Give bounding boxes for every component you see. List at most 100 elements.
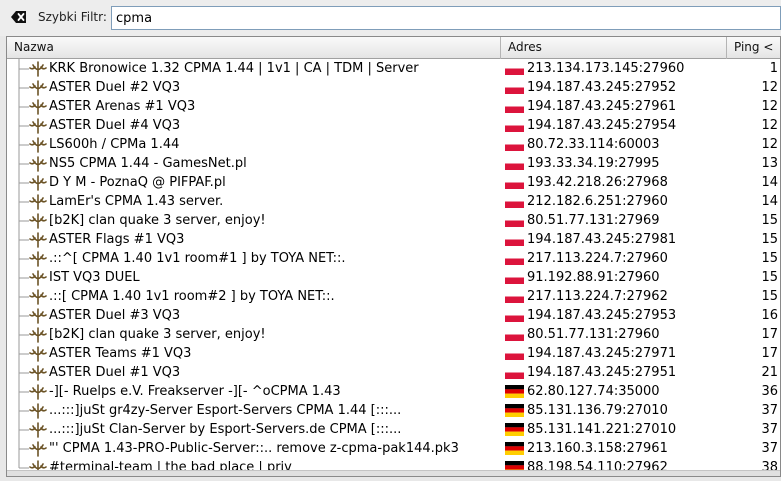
server-address: 213.160.3.158:27961 (527, 441, 668, 456)
server-row[interactable]: KRK Bronowice 1.32 CPMA 1.44 | 1v1 | CA … (7, 59, 780, 78)
server-address: 62.80.127.74:35000 (527, 384, 660, 399)
quake-server-icon (29, 231, 47, 248)
poland-flag-icon (505, 138, 524, 151)
server-name-cell: IST VQ3 DUEL (7, 268, 501, 287)
server-address: 194.187.43.245:27952 (527, 80, 677, 95)
quake-server-icon (29, 364, 47, 381)
server-address: 80.51.77.131:27960 (527, 327, 660, 342)
server-row[interactable]: LamEr's CPMA 1.43 server. 212.182.6.251:2… (7, 192, 780, 211)
server-name-cell: ASTER Teams #1 VQ3 (7, 344, 501, 363)
horizontal-scrollbar[interactable] (7, 470, 780, 476)
server-row[interactable]: ASTER Teams #1 VQ3 194.187.43.245:27971 17 (7, 344, 780, 363)
server-row[interactable]: NS5 CPMA 1.44 - GamesNet.pl 193.33.34.19:… (7, 154, 780, 173)
server-ping: 13 (761, 156, 778, 171)
server-ping: 15 (761, 251, 778, 266)
server-ping: 12 (761, 80, 778, 95)
germany-flag-icon (505, 423, 524, 436)
tree-line-icon (18, 59, 29, 78)
column-header-address[interactable]: Adres (501, 37, 727, 59)
server-address-cell: 193.33.34.19:27995 (501, 156, 727, 171)
tree-line-icon (18, 344, 29, 363)
server-row[interactable]: [b2K] clan quake 3 server, enjoy! 80.51.7… (7, 211, 780, 230)
server-address: 217.113.224.7:27962 (527, 289, 668, 304)
server-ping: 15 (761, 270, 778, 285)
quake-server-icon (29, 174, 47, 191)
server-row[interactable]: -][- Ruelps e.V. Freakserver -][- ^oCPMA… (7, 382, 780, 401)
quick-filter-bar: Szybki Filtr: (0, 0, 781, 36)
server-row[interactable]: ASTER Flags #1 VQ3 194.187.43.245:27981 15 (7, 230, 780, 249)
server-address: 194.187.43.245:27954 (527, 118, 677, 133)
server-name-cell: LamEr's CPMA 1.43 server. (7, 192, 501, 211)
server-name-cell: .::^[ CPMA 1.40 1v1 room#1 ] by TOYA NET… (7, 249, 501, 268)
quake-server-icon (29, 307, 47, 324)
server-ping: 16 (761, 308, 778, 323)
server-row[interactable]: ASTER Duel #1 VQ3 194.187.43.245:27951 21 (7, 363, 780, 382)
tree-line-icon (18, 230, 29, 249)
server-name-cell: [b2K] clan quake 3 server, enjoy! (7, 211, 501, 230)
quake-server-icon (29, 402, 47, 419)
server-name: ASTER Flags #1 VQ3 (49, 232, 185, 247)
server-address: 193.42.218.26:27968 (527, 175, 668, 190)
poland-flag-icon (505, 157, 524, 170)
server-row[interactable]: ASTER Duel #4 VQ3 194.187.43.245:27954 12 (7, 116, 780, 135)
filter-label: Szybki Filtr: (38, 10, 107, 24)
poland-flag-icon (505, 366, 524, 379)
list-header: Nazwa Adres Ping < (7, 37, 780, 59)
server-row[interactable]: IST VQ3 DUEL 91.192.88.91:27960 15 (7, 268, 780, 287)
server-row[interactable]: ASTER Arenas #1 VQ3 194.187.43.245:27961 1… (7, 97, 780, 116)
server-ping: 14 (761, 194, 778, 209)
column-header-name[interactable]: Nazwa (7, 37, 501, 59)
server-row[interactable]: [b2K] clan quake 3 server, enjoy! 80.51.7… (7, 325, 780, 344)
tree-line-icon (18, 268, 29, 287)
poland-flag-icon (505, 62, 524, 75)
server-row[interactable]: LS600h / CPMa 1.44 80.72.33.114:60003 12 (7, 135, 780, 154)
server-ping: 37 (761, 422, 778, 437)
server-address-cell: 217.113.224.7:27960 (501, 251, 727, 266)
server-list[interactable]: Nazwa Adres Ping < KRK Bronowice 1.32 CP… (6, 36, 781, 477)
quake-server-icon (29, 60, 47, 77)
server-row[interactable]: ...:::]juSt Clan-Server by Esport-Server… (7, 420, 780, 439)
quake-server-icon (29, 288, 47, 305)
server-address-cell: 193.42.218.26:27968 (501, 175, 727, 190)
server-name-cell: .::[ CPMA 1.40 1v1 room#2 ] by TOYA NET:… (7, 287, 501, 306)
server-row[interactable]: ASTER Duel #3 VQ3 194.187.43.245:27953 16 (7, 306, 780, 325)
server-address-cell: 62.80.127.74:35000 (501, 384, 727, 399)
server-name: LamEr's CPMA 1.43 server. (49, 194, 224, 209)
germany-flag-icon (505, 385, 524, 398)
clear-filter-icon[interactable] (10, 9, 28, 25)
server-ping: 14 (761, 175, 778, 190)
quake-server-icon (29, 212, 47, 229)
tree-line-icon (18, 192, 29, 211)
server-address-cell: 213.134.173.145:27960 (501, 61, 727, 76)
server-ping: 1 (769, 61, 778, 76)
server-address-cell: 91.192.88.91:27960 (501, 270, 727, 285)
tree-line-icon (18, 97, 29, 116)
poland-flag-icon (505, 81, 524, 94)
column-header-ping[interactable]: Ping < (727, 37, 780, 59)
server-ping: 21 (761, 365, 778, 380)
server-name: .::[ CPMA 1.40 1v1 room#2 ] by TOYA NET:… (49, 289, 335, 304)
tree-line-icon (18, 287, 29, 306)
server-row[interactable]: .::[ CPMA 1.40 1v1 room#2 ] by TOYA NET:… (7, 287, 780, 306)
server-name: NS5 CPMA 1.44 - GamesNet.pl (49, 156, 247, 171)
server-address-cell: 212.182.6.251:27960 (501, 194, 727, 209)
poland-flag-icon (505, 233, 524, 246)
poland-flag-icon (505, 328, 524, 341)
poland-flag-icon (505, 290, 524, 303)
server-address-cell: 194.187.43.245:27961 (501, 99, 727, 114)
server-rows: KRK Bronowice 1.32 CPMA 1.44 | 1v1 | CA … (7, 59, 780, 476)
server-ping: 12 (761, 99, 778, 114)
tree-line-icon (18, 401, 29, 420)
server-row[interactable]: "' CPMA 1.43-PRO-Public-Server::.. remov… (7, 439, 780, 458)
server-row[interactable]: D Y M - PoznaQ @ PIFPAF.pl 193.42.218.26:… (7, 173, 780, 192)
server-ping: 15 (761, 232, 778, 247)
server-name-cell: [b2K] clan quake 3 server, enjoy! (7, 325, 501, 344)
server-address-cell: 213.160.3.158:27961 (501, 441, 727, 456)
tree-line-icon (18, 78, 29, 97)
server-address: 194.187.43.245:27971 (527, 346, 677, 361)
server-row[interactable]: .::^[ CPMA 1.40 1v1 room#1 ] by TOYA NET… (7, 249, 780, 268)
server-row[interactable]: ASTER Duel #2 VQ3 194.187.43.245:27952 12 (7, 78, 780, 97)
server-row[interactable]: ...:::]juSt gr4zy-Server Esport-Servers … (7, 401, 780, 420)
filter-input[interactable] (111, 6, 781, 30)
server-address: 194.187.43.245:27951 (527, 365, 677, 380)
